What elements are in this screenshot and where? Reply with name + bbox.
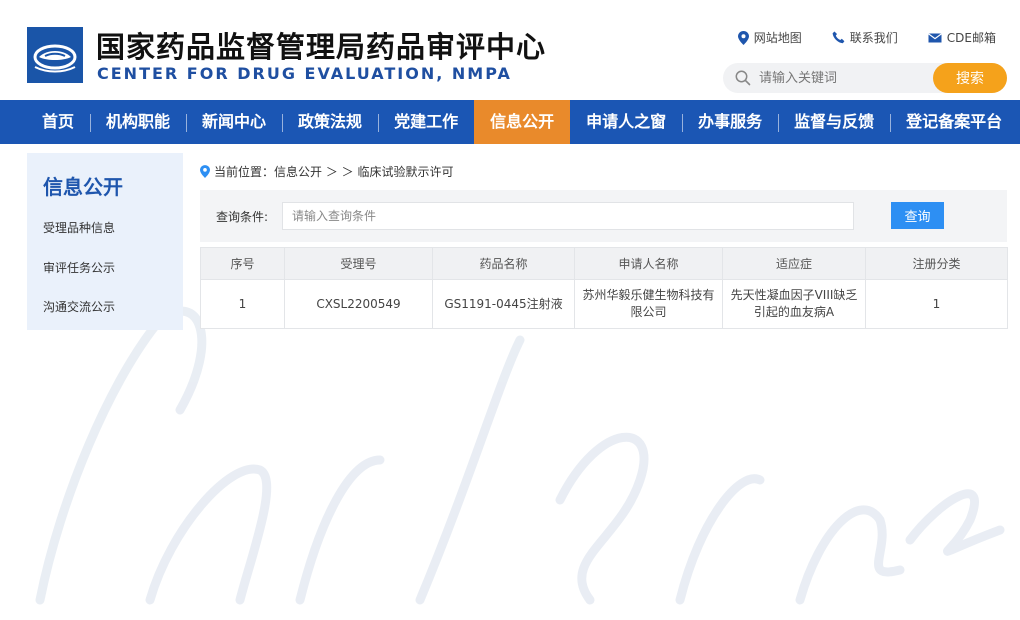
nav-item-functions[interactable]: 机构职能: [90, 100, 186, 144]
nav-item-registration-platform[interactable]: 登记备案平台: [890, 100, 1018, 144]
keyword-search-input[interactable]: [759, 63, 929, 93]
site-title-english: CENTER FOR DRUG EVALUATION, NMPA: [97, 64, 512, 83]
query-label: 查询条件:: [216, 210, 269, 224]
nav-item-party-building[interactable]: 党建工作: [378, 100, 474, 144]
search-icon: [735, 70, 751, 86]
query-button[interactable]: 查询: [891, 202, 944, 229]
sidebar: 信息公开 受理品种信息 审评任务公示 沟通交流公示: [27, 153, 183, 330]
table-header-row: 序号 受理号 药品名称 申请人名称 适应症 注册分类: [200, 247, 1008, 280]
cell-registration-class: 1: [865, 279, 1008, 329]
site-search: 搜索: [723, 63, 1007, 93]
nav-item-news[interactable]: 新闻中心: [186, 100, 282, 144]
page: 国家药品监督管理局药品审评中心 CENTER FOR DRUG EVALUATI…: [0, 0, 1020, 620]
cell-indication: 先天性凝血因子VIII缺乏引起的血友病A: [722, 279, 866, 329]
cell-applicant-name: 苏州华毅乐健生物科技有限公司: [574, 279, 723, 329]
site-title-chinese: 国家药品监督管理局药品审评中心: [96, 30, 547, 64]
site-header: 国家药品监督管理局药品审评中心 CENTER FOR DRUG EVALUATI…: [0, 0, 1020, 100]
sidebar-item-accepted-varieties[interactable]: 受理品种信息: [43, 219, 115, 236]
site-map-link[interactable]: 网站地图: [737, 29, 802, 46]
results-table: 序号 受理号 药品名称 申请人名称 适应症 注册分类 1 CXSL2200549…: [200, 247, 1008, 329]
table-row[interactable]: 1 CXSL2200549 GS1191-0445注射液 苏州华毅乐健生物科技有…: [200, 279, 1008, 329]
column-header-indication: 适应症: [722, 247, 866, 280]
column-header-index: 序号: [200, 247, 285, 280]
nav-item-services[interactable]: 办事服务: [682, 100, 778, 144]
watermark-decoration: [35, 306, 1005, 605]
cde-mail-link[interactable]: CDE邮箱: [927, 29, 996, 46]
breadcrumb: 当前位置：信息公开 ＞ ＞ 临床试验默示许可: [200, 163, 453, 180]
column-header-registration-class: 注册分类: [865, 247, 1008, 280]
sidebar-title: 信息公开: [43, 175, 123, 199]
cell-drug-name: GS1191-0445注射液: [432, 279, 575, 329]
phone-icon: [832, 31, 845, 44]
top-links: 网站地图 联系我们 CDE邮箱: [737, 29, 996, 46]
breadcrumb-text: 当前位置：信息公开 ＞ ＞ 临床试验默示许可: [214, 165, 454, 179]
cell-acceptance-number: CXSL2200549: [284, 279, 433, 329]
site-map-label: 网站地图: [753, 31, 802, 45]
contact-us-link[interactable]: 联系我们: [832, 29, 898, 46]
query-panel: 查询条件: 查询: [200, 190, 1007, 242]
column-header-applicant-name: 申请人名称: [574, 247, 723, 280]
query-condition-input[interactable]: [282, 202, 854, 230]
contact-us-label: 联系我们: [849, 31, 898, 45]
nav-item-supervision-feedback[interactable]: 监督与反馈: [778, 100, 890, 144]
sidebar-item-review-tasks[interactable]: 审评任务公示: [43, 259, 115, 276]
nav-item-information-disclosure[interactable]: 信息公开: [474, 100, 571, 144]
column-header-drug-name: 药品名称: [432, 247, 575, 280]
main-navigation: 首页 机构职能 新闻中心 政策法规 党建工作 信息公开 申请人之窗 办事服务 监…: [0, 100, 1020, 144]
logo-emblem-icon: [27, 27, 83, 83]
nav-item-applicant-window[interactable]: 申请人之窗: [570, 100, 682, 144]
mail-icon: [927, 32, 942, 42]
location-pin-icon: [200, 165, 210, 178]
nav-item-home[interactable]: 首页: [26, 100, 90, 144]
nav-item-policies[interactable]: 政策法规: [282, 100, 378, 144]
location-pin-icon: [737, 30, 749, 45]
cell-index: 1: [200, 279, 285, 329]
cde-logo[interactable]: [27, 27, 83, 83]
search-button[interactable]: 搜索: [933, 63, 1007, 93]
column-header-acceptance-number: 受理号: [284, 247, 433, 280]
cde-mail-label: CDE邮箱: [946, 31, 996, 45]
sidebar-item-communication[interactable]: 沟通交流公示: [43, 298, 115, 315]
